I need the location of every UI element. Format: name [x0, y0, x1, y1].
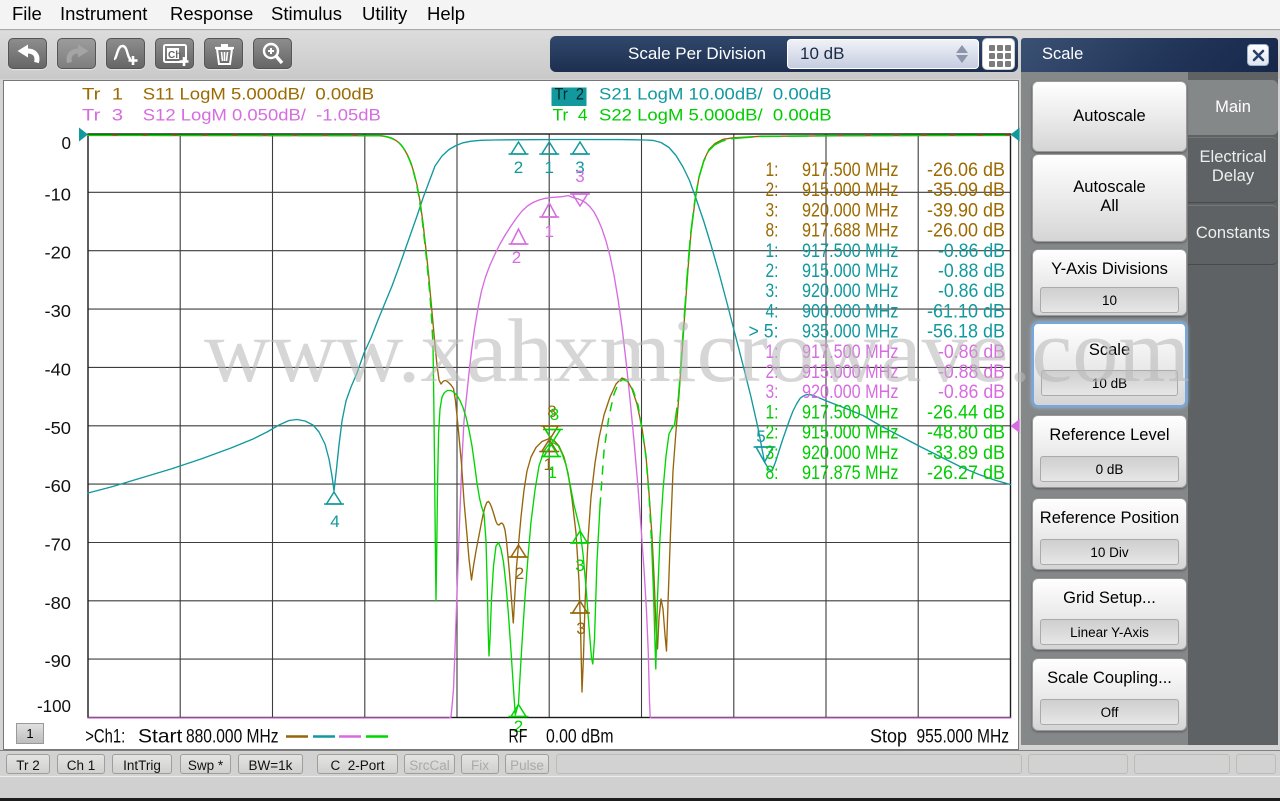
- svg-text:-33.89 dB: -33.89 dB: [927, 443, 1005, 464]
- svg-text:S21 LogM 10.00dB/ 0.00dB: S21 LogM 10.00dB/ 0.00dB: [599, 85, 832, 103]
- svg-text:RF: RF: [509, 726, 528, 748]
- svg-text:-100: -100: [37, 696, 71, 716]
- svg-text:-40: -40: [45, 359, 72, 379]
- svg-text:917.500 MHz: 917.500 MHz: [802, 160, 899, 181]
- svg-text:2: 2: [515, 564, 524, 583]
- svg-text:3: 3: [576, 619, 585, 638]
- svg-text:1: 1: [545, 158, 554, 177]
- svg-text:-60: -60: [45, 476, 72, 496]
- svg-text:920.000 MHz: 920.000 MHz: [802, 200, 899, 221]
- svg-text:-50: -50: [45, 418, 72, 438]
- svg-text:920.000 MHz: 920.000 MHz: [802, 443, 899, 464]
- svg-text:-0.88 dB: -0.88 dB: [938, 261, 1005, 282]
- svg-text:-26.44 dB: -26.44 dB: [927, 402, 1005, 423]
- svg-text:Tr 3: Tr 3: [82, 106, 123, 124]
- svg-text:-39.90 dB: -39.90 dB: [927, 200, 1005, 221]
- svg-text:-70: -70: [45, 535, 72, 555]
- svg-text:3: 3: [575, 167, 584, 186]
- svg-text:1: 1: [545, 222, 554, 241]
- svg-text:2: 2: [512, 248, 521, 267]
- svg-text:-90: -90: [45, 651, 72, 671]
- svg-text:>Ch1:: >Ch1:: [85, 726, 125, 748]
- svg-text:-48.80 dB: -48.80 dB: [927, 423, 1005, 444]
- svg-text:-20: -20: [45, 243, 72, 263]
- svg-text:-26.00 dB: -26.00 dB: [927, 221, 1005, 242]
- svg-text:5: 5: [756, 427, 765, 446]
- svg-text:8: 8: [550, 405, 559, 424]
- svg-text:-26.06 dB: -26.06 dB: [927, 160, 1005, 181]
- svg-text:915.000 MHz: 915.000 MHz: [802, 261, 899, 282]
- svg-text:917.500 MHz: 917.500 MHz: [802, 402, 899, 423]
- svg-text:1:: 1:: [766, 241, 779, 262]
- svg-text:0.00 dBm: 0.00 dBm: [546, 726, 614, 748]
- svg-text:Stop: Stop: [870, 726, 907, 748]
- svg-text:8:: 8:: [766, 463, 779, 484]
- svg-text:-35.09 dB: -35.09 dB: [927, 180, 1005, 201]
- svg-text:Ch: Ch: [168, 50, 181, 61]
- svg-text:3:: 3:: [766, 200, 779, 221]
- svg-text:915.000 MHz: 915.000 MHz: [802, 180, 899, 201]
- svg-text:-30: -30: [45, 301, 72, 321]
- svg-text:917.500 MHz: 917.500 MHz: [802, 241, 899, 262]
- svg-text:3: 3: [575, 556, 584, 575]
- svg-text:880.000 MHz: 880.000 MHz: [186, 726, 279, 748]
- svg-text:1:: 1:: [766, 402, 779, 423]
- svg-text:Tr 4: Tr 4: [553, 106, 588, 124]
- svg-text:917.875 MHz: 917.875 MHz: [802, 463, 899, 484]
- svg-text:915.000 MHz: 915.000 MHz: [802, 423, 899, 444]
- svg-text:1: 1: [548, 463, 557, 482]
- svg-text:-80: -80: [45, 593, 72, 613]
- svg-text:S22 LogM 5.000dB/ 0.00dB: S22 LogM 5.000dB/ 0.00dB: [599, 106, 832, 124]
- svg-text:2:: 2:: [766, 180, 779, 201]
- svg-text:0: 0: [62, 133, 72, 153]
- svg-text:4: 4: [330, 512, 339, 531]
- svg-text:Tr 2: Tr 2: [555, 85, 585, 103]
- svg-text:2:: 2:: [766, 261, 779, 282]
- svg-text:-0.86 dB: -0.86 dB: [938, 241, 1005, 262]
- svg-text:3:: 3:: [766, 443, 779, 464]
- svg-text:S12 LogM 0.050dB/ -1.05dB: S12 LogM 0.050dB/ -1.05dB: [143, 106, 381, 124]
- svg-text:S11 LogM 5.000dB/ 0.00dB: S11 LogM 5.000dB/ 0.00dB: [143, 85, 374, 103]
- svg-text:2: 2: [514, 158, 523, 177]
- svg-text:1:: 1:: [766, 160, 779, 181]
- svg-text:2:: 2:: [766, 423, 779, 444]
- svg-text:Start: Start: [138, 726, 183, 748]
- svg-text:-10: -10: [45, 184, 72, 204]
- svg-text:955.000 MHz: 955.000 MHz: [917, 726, 1010, 748]
- svg-text:917.688 MHz: 917.688 MHz: [802, 221, 899, 242]
- svg-text:8:: 8:: [766, 221, 779, 242]
- svg-text:Tr 1: Tr 1: [82, 85, 123, 103]
- svg-text:-26.27 dB: -26.27 dB: [927, 463, 1005, 484]
